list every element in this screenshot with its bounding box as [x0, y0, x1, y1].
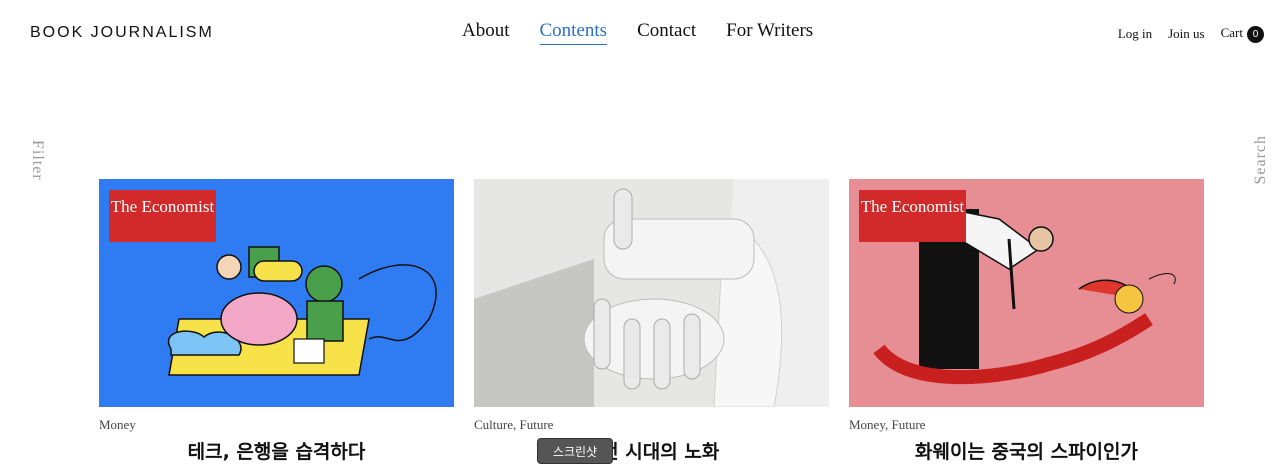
card-title[interactable]: 휴먼 시대의 노화 [474, 437, 829, 464]
site-logo[interactable]: BOOK JOURNALISM [30, 24, 214, 42]
economist-badge: The Economist [109, 190, 216, 242]
cart-link[interactable]: Cart 0 [1221, 25, 1264, 43]
economist-badge: The Economist [859, 190, 966, 242]
card-category: Money [99, 417, 136, 432]
account-links: Log in Join us Cart 0 [1118, 25, 1264, 43]
main-nav: About Contents Contact For Writers [462, 20, 813, 45]
cart-count-badge: 0 [1247, 26, 1264, 43]
nav-about[interactable]: About [462, 20, 510, 45]
cart-label: Cart [1220, 25, 1243, 40]
nav-contact[interactable]: Contact [637, 20, 696, 45]
nav-for-writers[interactable]: For Writers [726, 20, 813, 45]
search-toggle[interactable]: Search [1252, 135, 1270, 185]
card-category: Culture, Future [474, 417, 554, 432]
nav-contents[interactable]: Contents [539, 20, 608, 45]
content-card[interactable]: Culture, Future 휴먼 시대의 노화 [474, 179, 829, 464]
card-thumbnail[interactable]: The Economist [849, 179, 1204, 407]
content-card[interactable]: The Economist Money, Future 화웨이는 중국의 스파이… [849, 179, 1204, 464]
filter-toggle[interactable]: Filter [28, 140, 46, 181]
card-title[interactable]: 화웨이는 중국의 스파이인가 [849, 437, 1204, 464]
join-link[interactable]: Join us [1168, 26, 1204, 42]
login-link[interactable]: Log in [1118, 26, 1152, 42]
card-thumbnail[interactable] [474, 179, 829, 407]
screenshot-tooltip[interactable]: 스크린샷 [537, 438, 613, 464]
robot-hand-photo [474, 179, 829, 407]
content-card[interactable]: The Economist Money 테크, 은행을 습격하다 [99, 179, 454, 464]
card-category: Money, Future [849, 417, 926, 432]
card-title[interactable]: 테크, 은행을 습격하다 [99, 437, 454, 464]
card-thumbnail[interactable]: The Economist [99, 179, 454, 407]
